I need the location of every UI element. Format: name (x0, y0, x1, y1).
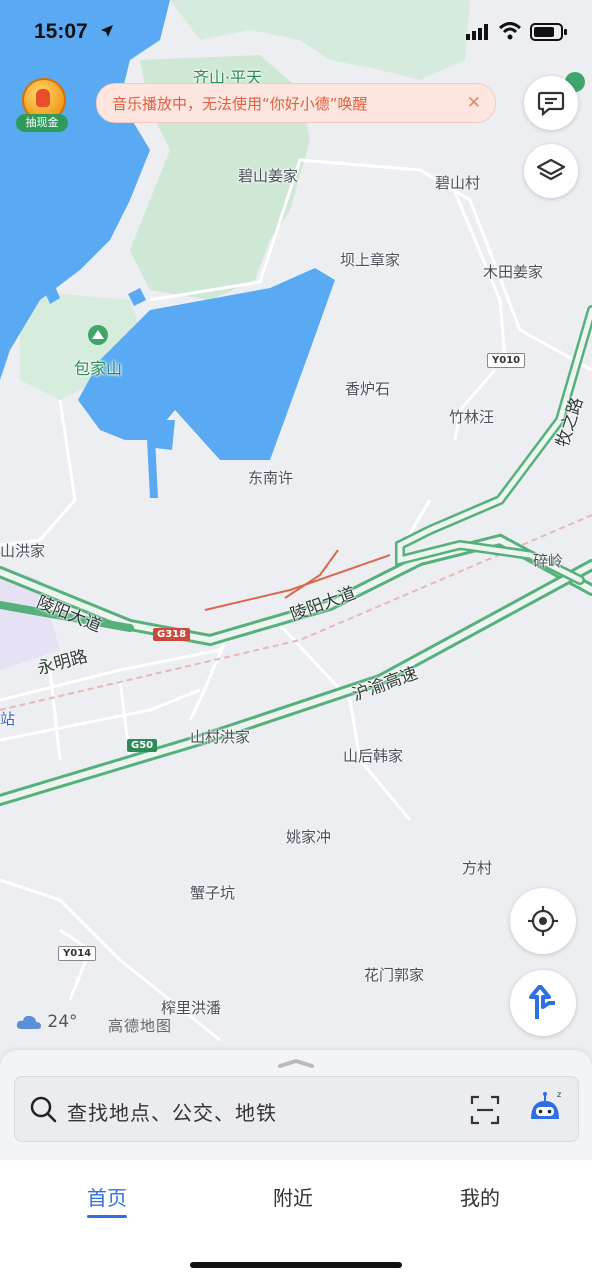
shield-g50: G50 (127, 739, 158, 752)
status-bar: 15:07 (0, 0, 592, 64)
svg-text:z: z (557, 1090, 561, 1099)
label-station[interactable]: 站 (0, 708, 15, 729)
label-suiling[interactable]: 碎岭 (533, 550, 563, 571)
notice-close-icon[interactable]: ✕ (467, 93, 481, 113)
label-bishan-jiangjia[interactable]: 碧山姜家 (238, 165, 298, 186)
status-time: 15:07 (34, 20, 88, 43)
scan-icon[interactable] (469, 1094, 501, 1126)
search-placeholder: 查找地点、公交、地铁 (67, 1101, 277, 1125)
layers-icon (536, 158, 566, 181)
home-indicator[interactable] (190, 1262, 402, 1268)
bottom-sheet[interactable]: 查找地点、公交、地铁 z (0, 1050, 592, 1160)
weather-widget[interactable]: 24° (16, 1012, 78, 1032)
map-graphics (0, 0, 592, 1050)
amap-logo: 高德地图 (108, 1017, 173, 1035)
cashout-label: 抽现金 (16, 114, 68, 132)
label-huamen-guojia[interactable]: 花门郭家 (364, 964, 424, 985)
shield-g318: G318 (153, 628, 191, 641)
shield-y010: Y010 (487, 353, 526, 368)
crosshair-icon (528, 906, 558, 936)
voice-wake-notice: 音乐播放中，无法使用“你好小德”唤醒 ✕ (96, 83, 496, 123)
label-bishan-cun[interactable]: 碧山村 (435, 172, 480, 193)
chat-bubble-icon (537, 91, 565, 116)
message-button[interactable] (524, 76, 578, 130)
cellular-signal-icon (466, 24, 488, 40)
route-arrow-icon (529, 985, 555, 1019)
label-shanhou-hanjia[interactable]: 山后韩家 (343, 745, 403, 766)
label-yaojiachong[interactable]: 姚家冲 (286, 826, 331, 847)
label-dongnanxu[interactable]: 东南许 (248, 467, 293, 488)
label-baojiashan[interactable]: 包家山 (74, 355, 122, 379)
search-icon (30, 1096, 57, 1123)
label-xiezikeng[interactable]: 蟹子坑 (190, 882, 235, 903)
tab-nearby[interactable]: 附近 (273, 1182, 313, 1211)
weather-temp: 24° (47, 1012, 78, 1032)
voice-assistant-icon[interactable]: z (525, 1089, 565, 1129)
cashout-badge[interactable]: 抽现金 (16, 78, 68, 134)
route-button[interactable] (510, 970, 576, 1036)
wifi-icon (498, 22, 522, 40)
locate-me-button[interactable] (510, 888, 576, 954)
battery-icon (530, 23, 567, 41)
tab-home[interactable]: 首页 (87, 1182, 127, 1218)
notice-text: 音乐播放中，无法使用“你好小德”唤醒 (112, 95, 368, 113)
search-bar[interactable]: 查找地点、公交、地铁 z (14, 1076, 579, 1142)
cloud-icon (16, 1015, 41, 1029)
location-arrow-icon (101, 25, 113, 37)
tab-mine[interactable]: 我的 (460, 1182, 500, 1211)
label-shancun-hongjia[interactable]: 山村洪家 (190, 726, 250, 747)
label-xianglushi[interactable]: 香炉石 (345, 378, 390, 399)
label-zhulinwang[interactable]: 竹林汪 (449, 406, 494, 427)
map-canvas[interactable]: 齐山·平天 碧山姜家 碧山村 坝上章家 木田姜家 包家山 香炉石 竹林汪 东南许… (0, 0, 592, 1050)
shield-y014: Y014 (58, 946, 97, 961)
label-fangcun[interactable]: 方村 (462, 857, 492, 878)
label-bashang-zhangjia[interactable]: 坝上章家 (340, 249, 400, 270)
map-layers-button[interactable] (524, 144, 578, 198)
sheet-handle-icon[interactable] (278, 1058, 314, 1068)
label-mutian-jiangjia[interactable]: 木田姜家 (483, 261, 543, 282)
label-shanhongjia[interactable]: 山洪家 (0, 540, 45, 561)
